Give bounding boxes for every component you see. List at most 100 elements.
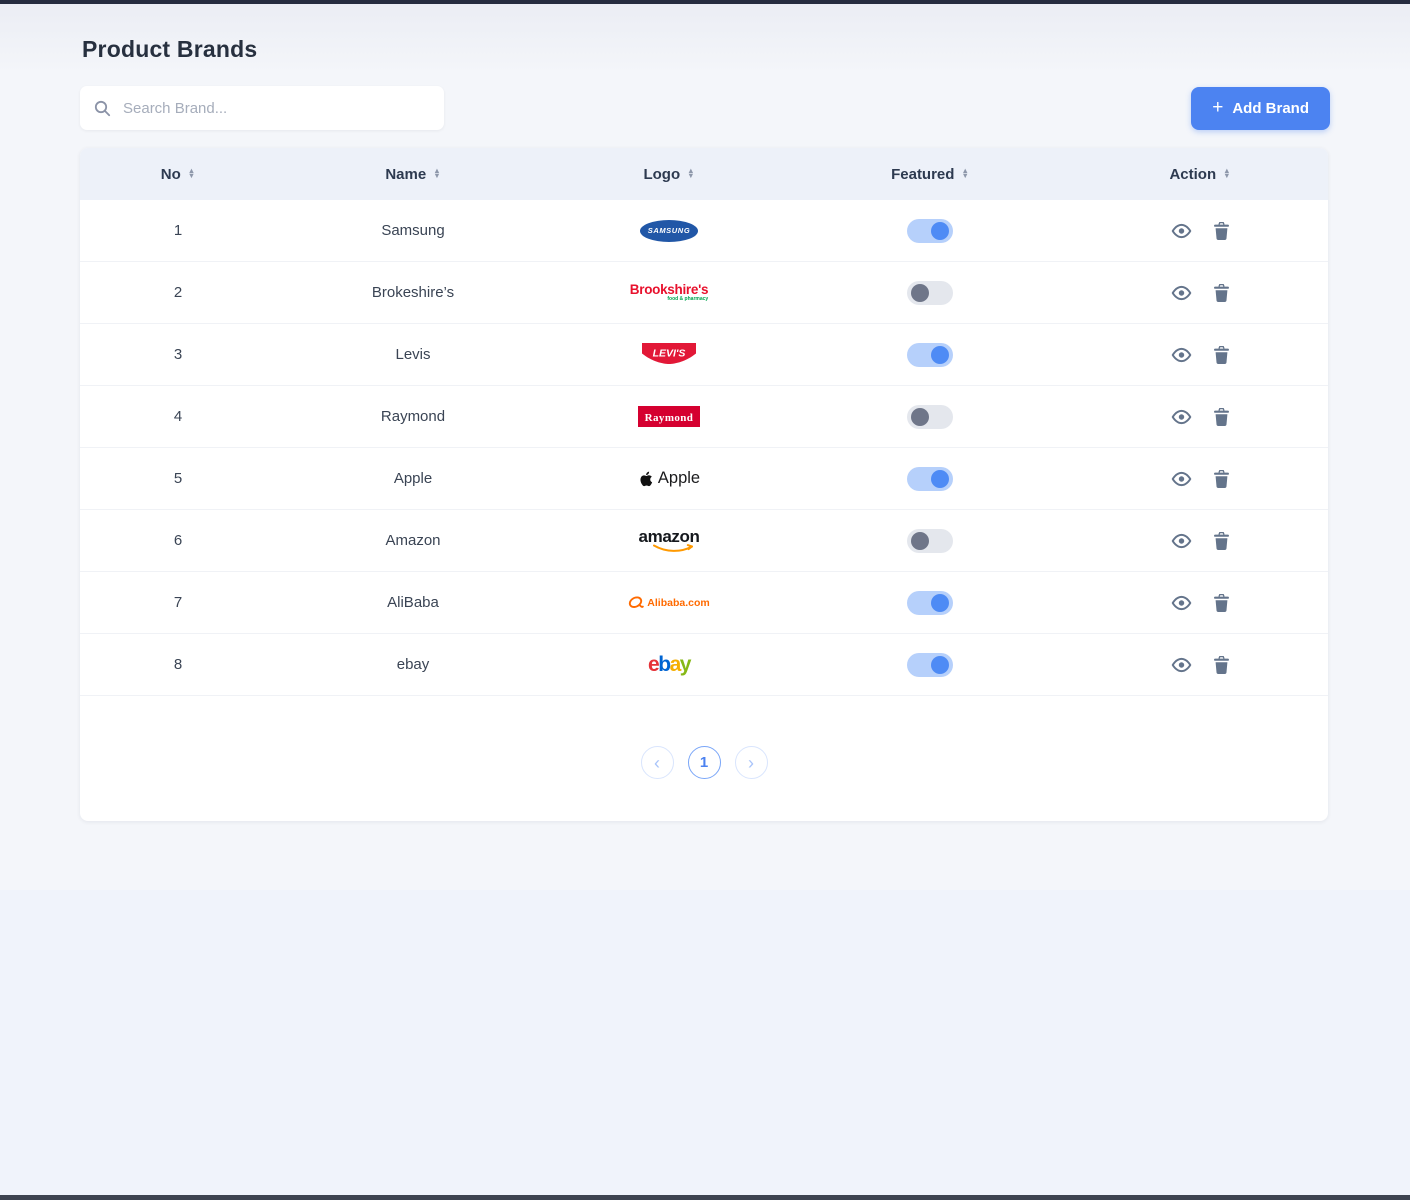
column-header-featured[interactable]: Featured ▲▼ [788,166,1072,183]
pagination-page-1[interactable]: 1 [688,746,721,779]
column-header-no[interactable]: No ▲▼ [80,166,276,183]
trash-icon [1214,656,1229,674]
view-button[interactable] [1171,223,1192,239]
delete-button[interactable] [1214,470,1229,488]
amazon-logo: amazon [639,528,700,553]
pagination-prev-button[interactable]: ‹ [641,746,674,779]
sort-icon: ▲▼ [188,169,195,178]
brand-name: Raymond [276,408,550,425]
window-top-edge [0,0,1410,4]
chevron-left-icon: ‹ [654,754,660,772]
view-button[interactable] [1171,533,1192,549]
view-button[interactable] [1171,285,1192,301]
featured-toggle[interactable] [907,281,953,305]
table-row: 4 Raymond Raymond [80,386,1328,448]
column-header-action[interactable]: Action ▲▼ [1072,166,1328,183]
add-brand-button[interactable]: + Add Brand [1191,87,1330,130]
eye-icon [1171,471,1192,487]
table-row: 3 Levis LEVI'S [80,324,1328,386]
featured-toggle[interactable] [907,529,953,553]
column-header-name[interactable]: Name ▲▼ [276,166,550,183]
ebay-logo: ebay [648,654,690,675]
add-brand-label: Add Brand [1232,100,1309,117]
page-title: Product Brands [82,36,1330,63]
featured-toggle[interactable] [907,405,953,429]
row-number: 1 [80,222,276,239]
current-page-number: 1 [700,754,708,771]
featured-toggle[interactable] [907,219,953,243]
trash-icon [1214,284,1229,302]
row-number: 8 [80,656,276,673]
trash-icon [1214,532,1229,550]
delete-button[interactable] [1214,656,1229,674]
trash-icon [1214,594,1229,612]
view-button[interactable] [1171,657,1192,673]
row-number: 6 [80,532,276,549]
trash-icon [1214,470,1229,488]
trash-icon [1214,408,1229,426]
pagination: ‹ 1 › [80,746,1328,779]
brand-name: Samsung [276,222,550,239]
view-button[interactable] [1171,347,1192,363]
eye-icon [1171,595,1192,611]
view-button[interactable] [1171,409,1192,425]
search-box[interactable] [80,86,444,130]
delete-button[interactable] [1214,594,1229,612]
pagination-next-button[interactable]: › [735,746,768,779]
window-bottom-edge [0,1195,1410,1200]
eye-icon [1171,533,1192,549]
chevron-right-icon: › [748,754,754,772]
sort-icon: ▲▼ [961,169,968,178]
sort-icon: ▲▼ [1223,169,1230,178]
delete-button[interactable] [1214,346,1229,364]
trash-icon [1214,222,1229,240]
apple-icon [638,470,653,488]
samsung-logo: SAMSUNG [640,220,698,242]
apple-logo: Apple [638,469,700,488]
raymond-logo: Raymond [638,406,701,427]
table-row: 5 Apple Apple [80,448,1328,510]
featured-toggle[interactable] [907,467,953,491]
brand-name: Levis [276,346,550,363]
levis-logo: LEVI'S [642,343,696,367]
brand-name: Apple [276,470,550,487]
delete-button[interactable] [1214,532,1229,550]
featured-toggle[interactable] [907,343,953,367]
table-row: 7 AliBaba Alibaba.com [80,572,1328,634]
row-number: 5 [80,470,276,487]
featured-toggle[interactable] [907,653,953,677]
delete-button[interactable] [1214,284,1229,302]
alibaba-symbol-icon [628,595,644,610]
eye-icon [1171,409,1192,425]
amazon-smile-icon [653,544,695,553]
trash-icon [1214,346,1229,364]
row-number: 3 [80,346,276,363]
view-button[interactable] [1171,471,1192,487]
svg-text:LEVI'S: LEVI'S [653,347,686,359]
row-number: 2 [80,284,276,301]
brands-table-card: No ▲▼ Name ▲▼ Logo ▲▼ Featured ▲▼ Action… [80,148,1328,821]
alibaba-logo: Alibaba.com [628,595,709,610]
plus-icon: + [1212,98,1223,117]
product-brands-page: Product Brands + Add Brand No ▲▼ Name ▲▼ [0,36,1410,821]
toolbar: + Add Brand [80,86,1330,130]
sort-icon: ▲▼ [433,169,440,178]
row-number: 4 [80,408,276,425]
table-row: 6 Amazon amazon [80,510,1328,572]
eye-icon [1171,223,1192,239]
column-header-logo[interactable]: Logo ▲▼ [550,166,788,183]
brand-name: ebay [276,656,550,673]
search-icon [94,100,111,117]
table-header-row: No ▲▼ Name ▲▼ Logo ▲▼ Featured ▲▼ Action… [80,148,1328,200]
featured-toggle[interactable] [907,591,953,615]
row-number: 7 [80,594,276,611]
delete-button[interactable] [1214,408,1229,426]
eye-icon [1171,657,1192,673]
table-row: 8 ebay ebay [80,634,1328,696]
search-input[interactable] [121,99,430,118]
table-row: 2 Brokeshire’s Brookshire's food & pharm… [80,262,1328,324]
view-button[interactable] [1171,595,1192,611]
brand-name: Amazon [276,532,550,549]
delete-button[interactable] [1214,222,1229,240]
eye-icon [1171,347,1192,363]
